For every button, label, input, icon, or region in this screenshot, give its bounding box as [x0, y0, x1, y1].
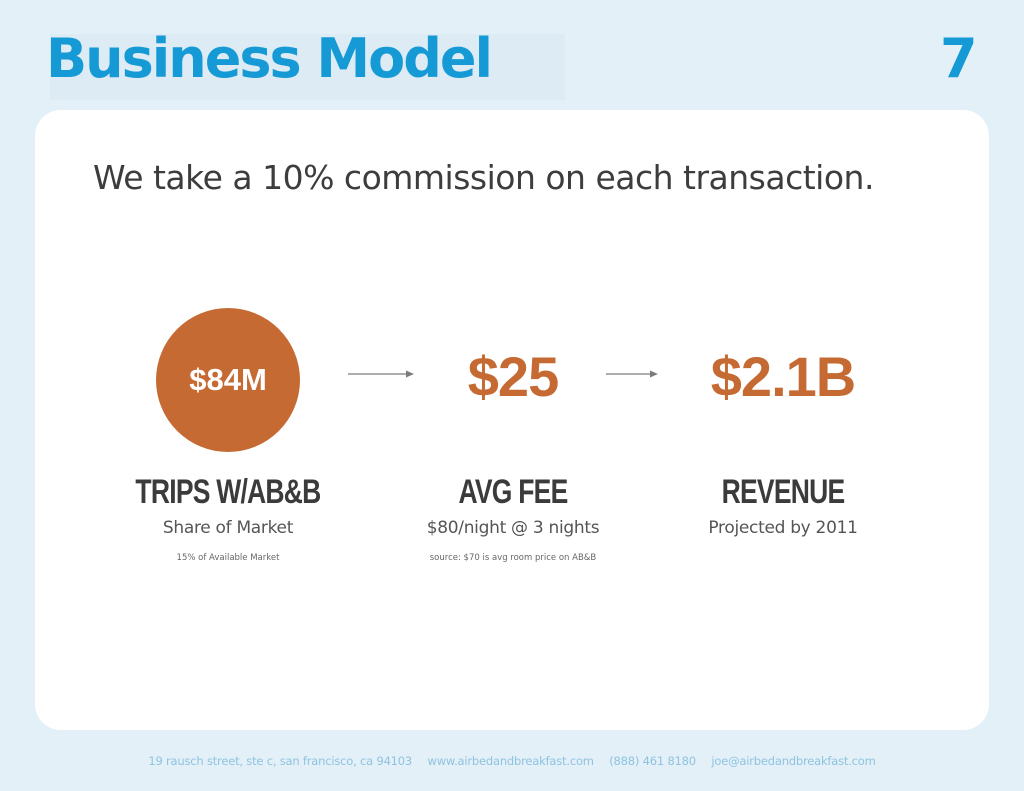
page-number: 7 — [940, 27, 978, 90]
revenue-column: REVENUE Projected by 2011 — [653, 470, 913, 538]
trips-note: 15% of Available Market — [176, 553, 280, 563]
avg-fee-subtitle: $80/night @ 3 nights — [426, 518, 600, 538]
trips-metric-value: $84M — [189, 362, 267, 397]
arrow-right-icon — [606, 370, 658, 378]
footer-address: 19 rausch street, ste c, san francisco, … — [148, 754, 413, 768]
avg-fee-metric-value: $25 — [467, 345, 559, 408]
trips-label: TRIPS W/AB&B — [135, 473, 321, 511]
footer-email[interactable]: joe@airbedandbreakfast.com — [711, 754, 875, 768]
trips-subtitle: Share of Market — [162, 518, 294, 538]
footer-website[interactable]: www.airbedandbreakfast.com — [428, 754, 594, 768]
arrow-right-icon — [348, 370, 414, 378]
revenue-metric-value: $2.1B — [710, 345, 856, 408]
slide-title: Business Model — [46, 27, 493, 90]
headline: We take a 10% commission on each transac… — [93, 158, 874, 197]
revenue-label: REVENUE — [721, 473, 846, 511]
footer-phone: (888) 461 8180 — [609, 754, 696, 768]
revenue-subtitle: Projected by 2011 — [708, 518, 858, 538]
avg-fee-note: source: $70 is avg room price on AB&B — [429, 553, 597, 563]
avg-fee-label: AVG FEE — [458, 473, 568, 511]
trips-metric-circle: $84M — [156, 308, 300, 452]
avg-fee-column: AVG FEE $80/night @ 3 nights source: $70… — [383, 470, 643, 563]
trips-column: TRIPS W/AB&B Share of Market 15% of Avai… — [98, 470, 358, 563]
footer: 19 rausch street, ste c, san francisco, … — [0, 754, 1024, 768]
